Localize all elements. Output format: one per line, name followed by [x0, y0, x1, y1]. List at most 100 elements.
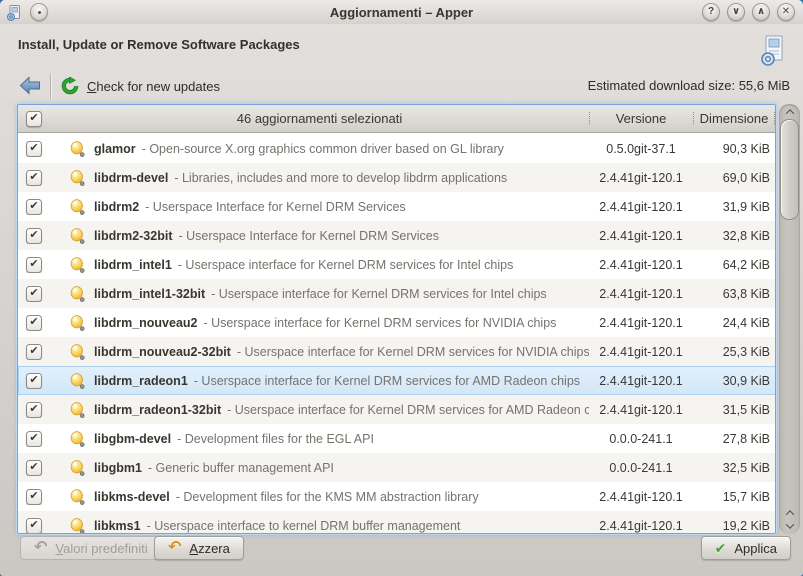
select-all-checkbox[interactable]	[26, 111, 42, 127]
table-row[interactable]: libdrm_intel1 - Userspace interface for …	[18, 250, 775, 279]
table-row[interactable]: libgbm-devel - Development files for the…	[18, 424, 775, 453]
row-checkbox[interactable]	[26, 257, 42, 273]
row-size: 24,4 KiB	[693, 316, 775, 330]
scrollbar-thumb[interactable]	[780, 119, 799, 220]
scroll-up-button-bottom[interactable]	[779, 506, 800, 519]
size-column-header[interactable]: Dimensione	[693, 105, 775, 132]
check-updates-label: Check for new updates	[87, 79, 220, 94]
page-header: Install, Update or Remove Software Packa…	[0, 24, 803, 70]
row-size: 31,5 KiB	[693, 403, 775, 417]
table-row[interactable]: libkms-devel - Development files for the…	[18, 482, 775, 511]
row-checkbox[interactable]	[26, 141, 42, 157]
update-available-icon	[70, 460, 85, 476]
row-checkbox[interactable]	[26, 344, 42, 360]
table-row[interactable]: libdrm_intel1-32bit - Userspace interfac…	[18, 279, 775, 308]
row-checkbox[interactable]	[26, 286, 42, 302]
table-row[interactable]: libdrm-devel - Libraries, includes and m…	[18, 163, 775, 192]
check-updates-button[interactable]: Check for new updates	[61, 74, 220, 98]
update-available-icon	[70, 431, 85, 447]
row-package-name: libgbm1	[94, 461, 142, 475]
row-checkbox[interactable]	[26, 315, 42, 331]
row-checkbox[interactable]	[26, 460, 42, 476]
row-package-desc: - Userspace interface for Kernel DRM ser…	[194, 374, 580, 388]
footer: ↶ Valori predefiniti ↶ Azzera ✔ Applica	[0, 536, 803, 564]
row-version: 2.4.41git-120.1	[589, 519, 693, 533]
update-available-icon	[70, 489, 85, 505]
window-title: Aggiornamenti – Apper	[0, 5, 803, 20]
row-checkbox[interactable]	[26, 518, 42, 534]
row-version: 2.4.41git-120.1	[589, 316, 693, 330]
vertical-scrollbar[interactable]	[779, 104, 800, 534]
row-checkbox[interactable]	[26, 373, 42, 389]
row-version: 2.4.41git-120.1	[589, 287, 693, 301]
toolbar-separator	[50, 73, 51, 99]
row-version: 2.4.41git-120.1	[589, 374, 693, 388]
row-version: 0.5.0git-37.1	[589, 142, 693, 156]
update-available-icon	[70, 402, 85, 418]
close-button[interactable]: ✕	[777, 3, 795, 21]
row-version: 2.4.41git-120.1	[589, 171, 693, 185]
row-checkbox[interactable]	[26, 402, 42, 418]
row-package-name: libdrm2-32bit	[94, 229, 173, 243]
row-checkbox[interactable]	[26, 431, 42, 447]
row-size: 19,2 KiB	[693, 519, 775, 533]
table-row[interactable]: libdrm2-32bit - Userspace Interface for …	[18, 221, 775, 250]
row-size: 32,5 KiB	[693, 461, 775, 475]
row-version: 2.4.41git-120.1	[589, 490, 693, 504]
updates-table: 46 aggiornamenti selezionati Versione Di…	[17, 104, 776, 534]
help-button[interactable]: ?	[702, 3, 720, 21]
row-version: 2.4.41git-120.1	[589, 403, 693, 417]
row-package-desc: - Userspace interface for Kernel DRM ser…	[237, 345, 589, 359]
version-column-header[interactable]: Versione	[589, 105, 693, 132]
toolbar: Check for new updates Estimated download…	[0, 70, 803, 102]
row-package-name: libdrm_nouveau2-32bit	[94, 345, 231, 359]
update-available-icon	[70, 228, 85, 244]
maximize-button[interactable]: ∧	[752, 3, 770, 21]
scroll-down-button[interactable]	[779, 519, 800, 532]
row-version: 2.4.41git-120.1	[589, 200, 693, 214]
table-row[interactable]: libkms1 - Userspace interface to kernel …	[18, 511, 775, 533]
row-version: 2.4.41git-120.1	[589, 345, 693, 359]
row-checkbox[interactable]	[26, 170, 42, 186]
row-checkbox[interactable]	[26, 489, 42, 505]
table-row[interactable]: libdrm_radeon1-32bit - Userspace interfa…	[18, 395, 775, 424]
table-row[interactable]: libdrm2 - Userspace Interface for Kernel…	[18, 192, 775, 221]
row-version: 2.4.41git-120.1	[589, 258, 693, 272]
row-package-name: libdrm_radeon1-32bit	[94, 403, 221, 417]
row-size: 64,2 KiB	[693, 258, 775, 272]
row-package-desc: - Libraries, includes and more to develo…	[174, 171, 507, 185]
update-available-icon	[70, 315, 85, 331]
defaults-button[interactable]: ↶ Valori predefiniti	[20, 536, 162, 560]
table-row[interactable]: libdrm_nouveau2-32bit - Userspace interf…	[18, 337, 775, 366]
row-size: 15,7 KiB	[693, 490, 775, 504]
defaults-button-label: Valori predefiniti	[55, 541, 147, 556]
row-version: 2.4.41git-120.1	[589, 229, 693, 243]
back-arrow-icon[interactable]	[19, 76, 41, 95]
selected-count-header[interactable]: 46 aggiornamenti selezionati	[50, 105, 589, 132]
apply-button-label: Applica	[734, 541, 777, 556]
row-package-name: glamor	[94, 142, 136, 156]
row-checkbox[interactable]	[26, 228, 42, 244]
table-row[interactable]: libdrm_radeon1 - Userspace interface for…	[18, 366, 775, 395]
table-row[interactable]: glamor - Open-source X.org graphics comm…	[18, 134, 775, 163]
row-package-name: libdrm_intel1-32bit	[94, 287, 205, 301]
row-package-name: libdrm_nouveau2	[94, 316, 198, 330]
minimize-button[interactable]: ∨	[727, 3, 745, 21]
undo-icon: ↶	[34, 540, 47, 556]
row-package-desc: - Generic buffer management API	[148, 461, 334, 475]
apply-button[interactable]: ✔ Applica	[701, 536, 791, 560]
row-version: 0.0.0-241.1	[589, 432, 693, 446]
titlebar[interactable]: Aggiornamenti – Apper ? ∨ ∧ ✕	[0, 0, 803, 24]
reset-button[interactable]: ↶ Azzera	[154, 536, 244, 560]
scroll-up-button[interactable]	[779, 105, 800, 118]
row-checkbox[interactable]	[26, 199, 42, 215]
table-row[interactable]: libdrm_nouveau2 - Userspace interface fo…	[18, 308, 775, 337]
row-package-name: libgbm-devel	[94, 432, 171, 446]
table-row[interactable]: libgbm1 - Generic buffer management API …	[18, 453, 775, 482]
row-size: 90,3 KiB	[693, 142, 775, 156]
row-package-name: libkms1	[94, 519, 141, 533]
window-menu-button[interactable]	[30, 3, 48, 21]
update-available-icon	[70, 286, 85, 302]
update-rows: glamor - Open-source X.org graphics comm…	[18, 134, 775, 533]
row-package-name: libkms-devel	[94, 490, 170, 504]
